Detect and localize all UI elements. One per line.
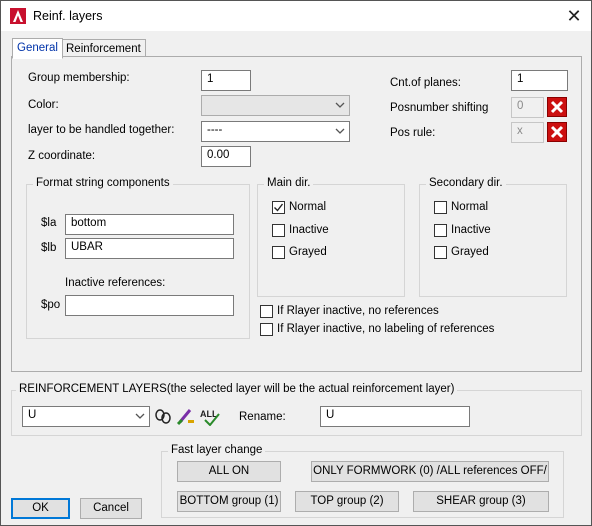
autocad-logo-icon xyxy=(10,8,26,24)
main-grayed-label: Grayed xyxy=(289,246,327,258)
format-string-group: Format string components $la bottom $lb … xyxy=(26,177,250,339)
chevron-down-icon xyxy=(135,413,145,419)
cancel-button[interactable]: Cancel xyxy=(80,498,142,519)
main-normal-checkbox[interactable] xyxy=(272,201,285,214)
close-button[interactable]: ✕ xyxy=(563,5,585,27)
ok-button[interactable]: OK xyxy=(11,498,70,519)
secondary-dir-group: Secondary dir. Normal Inactive Grayed xyxy=(419,177,567,297)
layer-paint-button[interactable] xyxy=(176,406,196,426)
rlayer-no-references-checkbox[interactable] xyxy=(260,305,273,318)
posnumber-clear-button[interactable] xyxy=(547,97,567,117)
posnumber-shifting-input[interactable]: 0 xyxy=(511,97,544,118)
x-icon xyxy=(550,125,564,139)
z-coordinate-input[interactable]: 0.00 xyxy=(201,146,251,167)
main-dir-group: Main dir. Normal Inactive Grayed xyxy=(257,177,405,297)
group-membership-label: Group membership: xyxy=(28,72,130,84)
main-normal-label: Normal xyxy=(289,201,327,213)
po-input[interactable] xyxy=(65,295,234,316)
secondary-dir-title: Secondary dir. xyxy=(426,177,506,189)
secondary-normal-label: Normal xyxy=(451,201,489,213)
chevron-down-icon xyxy=(335,102,345,108)
inactive-references-label: Inactive references: xyxy=(65,277,166,289)
main-inactive-label: Inactive xyxy=(289,224,329,236)
rlayer-no-labeling-label: If Rlayer inactive, no labeling of refer… xyxy=(277,323,495,335)
format-string-title: Format string components xyxy=(33,177,173,189)
cnt-planes-input[interactable]: 1 xyxy=(511,70,568,91)
posnumber-shifting-label: Posnumber shifting xyxy=(390,102,489,114)
tab-pane-general: Group membership: 1 Color: layer to be h… xyxy=(11,56,582,372)
dialog-window: Reinf. layers ✕ General Reinforcement Gr… xyxy=(0,0,592,526)
rlayer-no-labeling-checkbox[interactable] xyxy=(260,323,273,336)
lb-input[interactable]: UBAR xyxy=(65,238,234,259)
pos-rule-label: Pos rule: xyxy=(390,127,436,139)
window-title: Reinf. layers xyxy=(33,9,103,23)
layer-all-button[interactable]: ALL xyxy=(199,406,220,427)
reinforcement-layer-value: U xyxy=(28,409,37,421)
cnt-planes-label: Cnt.of planes: xyxy=(390,77,461,89)
x-icon xyxy=(550,100,564,114)
close-icon: ✕ xyxy=(566,6,582,26)
rename-label: Rename: xyxy=(239,411,286,423)
paintbrush-icon xyxy=(176,409,194,426)
layer-together-select[interactable]: ---- xyxy=(201,121,350,142)
fast-layer-change-title: Fast layer change xyxy=(168,444,266,456)
tab-general[interactable]: General xyxy=(12,38,63,59)
secondary-grayed-checkbox[interactable] xyxy=(434,246,447,259)
secondary-grayed-label: Grayed xyxy=(451,246,489,258)
all-on-button[interactable]: ALL ON xyxy=(177,461,281,482)
link-chain-icon xyxy=(155,409,171,424)
po-label: $po xyxy=(41,299,61,311)
layer-chain-button[interactable] xyxy=(153,406,173,426)
color-select[interactable] xyxy=(201,95,350,116)
rename-input[interactable]: U xyxy=(320,406,470,427)
bottom-group-button[interactable]: BOTTOM group (1) xyxy=(177,491,281,512)
secondary-normal-checkbox[interactable] xyxy=(434,201,447,214)
chevron-down-icon xyxy=(335,128,345,134)
secondary-inactive-label: Inactive xyxy=(451,224,491,236)
la-input[interactable]: bottom xyxy=(65,214,234,235)
title-bar: Reinf. layers ✕ xyxy=(1,1,591,31)
z-coordinate-label: Z coordinate: xyxy=(28,150,96,162)
all-layers-icon: ALL xyxy=(200,409,220,427)
lb-label: $lb xyxy=(41,242,57,254)
shear-group-button[interactable]: SHEAR group (3) xyxy=(413,491,549,512)
checkmark-icon xyxy=(274,203,284,212)
main-grayed-checkbox[interactable] xyxy=(272,246,285,259)
reinforcement-layers-title: REINFORCEMENT LAYERS(the selected layer … xyxy=(16,383,458,395)
group-membership-input[interactable]: 1 xyxy=(201,70,251,91)
layer-together-label: layer to be handled together: xyxy=(28,124,175,136)
reinforcement-layer-select[interactable]: U xyxy=(22,406,150,427)
pos-rule-clear-button[interactable] xyxy=(547,122,567,142)
la-label: $la xyxy=(41,217,57,229)
rlayer-no-references-label: If Rlayer inactive, no references xyxy=(277,305,439,317)
main-inactive-checkbox[interactable] xyxy=(272,224,285,237)
pos-rule-input[interactable]: x xyxy=(511,122,544,143)
layer-together-value: ---- xyxy=(207,124,223,136)
only-formwork-button[interactable]: ONLY FORMWORK (0) /ALL references OFF/ xyxy=(311,461,549,482)
secondary-inactive-checkbox[interactable] xyxy=(434,224,447,237)
top-group-button[interactable]: TOP group (2) xyxy=(295,491,399,512)
color-label: Color: xyxy=(28,99,59,111)
main-dir-title: Main dir. xyxy=(264,177,314,189)
